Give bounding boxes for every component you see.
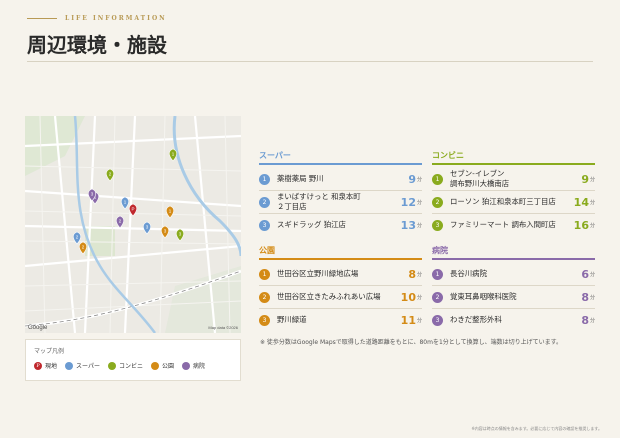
item-number-badge: 3 <box>259 219 270 231</box>
facility-name: ローソン 狛江和泉本町三丁目店 <box>450 197 556 207</box>
walk-unit: 分 <box>416 317 422 324</box>
park-heading: 公園 <box>259 246 275 255</box>
footer-note: ※内容は時点の情報を含みます。必要に応じて内容の確認を推奨します。 <box>471 426 602 431</box>
eyebrow-line <box>27 17 57 20</box>
item-number-badge: 1 <box>432 268 443 280</box>
eyebrow: LIFE INFORMATION <box>27 15 167 22</box>
svg-text:P: P <box>131 207 134 212</box>
legend-dot-icon <box>107 361 116 370</box>
legend-item: P 現地 <box>34 361 57 370</box>
walk-minutes: 14 <box>573 195 589 209</box>
supermarket-item: 1 薬樹薬局 野川 9 分 <box>259 168 422 190</box>
legend-label: 公園 <box>161 363 174 370</box>
walk-unit: 分 <box>589 294 595 301</box>
walk-minutes: 9 <box>581 172 589 186</box>
map-credit: Map data ©2026 <box>208 325 238 330</box>
walk-minutes: 9 <box>408 172 416 186</box>
title-divider <box>27 61 593 62</box>
walk-unit: 分 <box>589 222 595 229</box>
legend-label: 病院 <box>193 363 206 370</box>
walk-minutes: 6 <box>581 267 589 281</box>
legend-dot-icon <box>65 361 74 370</box>
walk-minutes: 8 <box>581 290 589 304</box>
item-number-badge: 2 <box>259 291 270 303</box>
walk-unit: 分 <box>416 294 422 301</box>
map-canvas: GoogleMap data ©2026P123123123123 <box>25 116 241 333</box>
walk-unit: 分 <box>589 199 595 206</box>
facility-name: スギドラッグ 狛江店 <box>277 220 346 230</box>
park-heading-line <box>259 258 422 260</box>
area-map[interactable]: GoogleMap data ©2026P123123123123 <box>25 116 241 333</box>
facility-name: わきだ整形外科 <box>450 315 502 325</box>
legend-title: マップ凡例 <box>34 348 65 355</box>
item-number-badge: 1 <box>432 173 443 185</box>
supermarket-heading-line <box>259 163 422 165</box>
item-number-badge: 3 <box>432 314 443 326</box>
walk-unit: 分 <box>589 176 595 183</box>
hospital-item: 2 覚東耳鼻咽喉科医院 8 分 <box>432 286 595 308</box>
legend-label: 現地 <box>45 363 58 370</box>
supermarket-item: 2 まいばすけっと 和泉本町 ２丁目店 12 分 <box>259 191 422 213</box>
supermarket-heading: スーパー <box>259 151 291 160</box>
walk-minutes: 10 <box>400 290 416 304</box>
hospital-heading: 病院 <box>432 246 448 255</box>
facility-name: まいばすけっと 和泉本町 ２丁目店 <box>277 192 361 211</box>
facility-name: 覚東耳鼻咽喉科医院 <box>450 292 517 302</box>
park-item: 2 世田谷区立きたみふれあい広場 10 分 <box>259 286 422 308</box>
facility-name: 野川緑道 <box>277 315 307 325</box>
item-number-badge: 3 <box>259 314 270 326</box>
walk-minutes: 13 <box>400 218 416 232</box>
convenience-heading: コンビニ <box>432 151 464 160</box>
item-number-badge: 3 <box>432 219 443 231</box>
facility-name: ファミリーマート 調布入間町店 <box>450 220 556 230</box>
supermarket-item: 3 スギドラッグ 狛江店 13 分 <box>259 214 422 236</box>
hospital-item: 1 長谷川病院 6 分 <box>432 263 595 285</box>
legend-dot-icon: P <box>34 361 42 370</box>
park-item: 1 世田谷区立野川緑地広場 8 分 <box>259 263 422 285</box>
convenience-item: 2 ローソン 狛江和泉本町三丁目店 14 分 <box>432 191 595 213</box>
walk-unit: 分 <box>589 317 595 324</box>
facility-name: 世田谷区立きたみふれあい広場 <box>277 292 381 302</box>
legend-label: スーパー <box>76 363 100 370</box>
legend-dot-icon <box>182 361 190 370</box>
park-item: 3 野川緑道 11 分 <box>259 309 422 331</box>
legend-item: コンビニ <box>107 361 143 370</box>
walk-minutes: 11 <box>400 313 416 327</box>
item-number-badge: 1 <box>259 173 270 185</box>
facility-name: 長谷川病院 <box>450 269 487 279</box>
hospital-item: 3 わきだ整形外科 8 分 <box>432 309 595 331</box>
google-logo: Google <box>28 325 48 331</box>
walk-minutes: 12 <box>400 195 416 209</box>
legend-dot-icon <box>150 361 159 370</box>
walk-unit: 分 <box>589 271 595 278</box>
item-number-badge: 2 <box>432 291 443 303</box>
legend-item: スーパー <box>65 361 100 370</box>
page-title: 周辺環境・施設 <box>27 33 167 57</box>
facility-name: セブン-イレブン 調布野川大橋南店 <box>450 169 510 188</box>
walk-unit: 分 <box>416 176 422 183</box>
distance-note: ※ 徒歩分数はGoogle Mapsで取得した道路距離をもとに、80mを1分とし… <box>260 339 563 346</box>
walk-minutes: 8 <box>408 267 416 281</box>
map-legend: マップ凡例 P 現地 スーパー コンビニ 公園 病院 <box>25 339 241 381</box>
convenience-item: 1 セブン-イレブン 調布野川大橋南店 9 分 <box>432 168 595 190</box>
convenience-item: 3 ファミリーマート 調布入間町店 16 分 <box>432 214 595 236</box>
walk-minutes: 8 <box>581 313 589 327</box>
legend-item: 病院 <box>182 361 205 370</box>
legend-items: P 現地 スーパー コンビニ 公園 病院 <box>34 361 205 370</box>
eyebrow-text: LIFE INFORMATION <box>65 15 167 22</box>
walk-unit: 分 <box>416 199 422 206</box>
legend-item: 公園 <box>150 361 174 370</box>
facility-name: 薬樹薬局 野川 <box>277 174 324 184</box>
item-number-badge: 2 <box>432 196 443 208</box>
walk-unit: 分 <box>416 222 422 229</box>
hospital-heading-line <box>432 258 595 260</box>
item-number-badge: 1 <box>259 268 270 280</box>
facility-name: 世田谷区立野川緑地広場 <box>277 269 359 279</box>
walk-minutes: 16 <box>573 218 589 232</box>
legend-label: コンビニ <box>118 363 143 370</box>
convenience-heading-line <box>432 163 595 165</box>
walk-unit: 分 <box>416 271 422 278</box>
item-number-badge: 2 <box>259 196 270 208</box>
